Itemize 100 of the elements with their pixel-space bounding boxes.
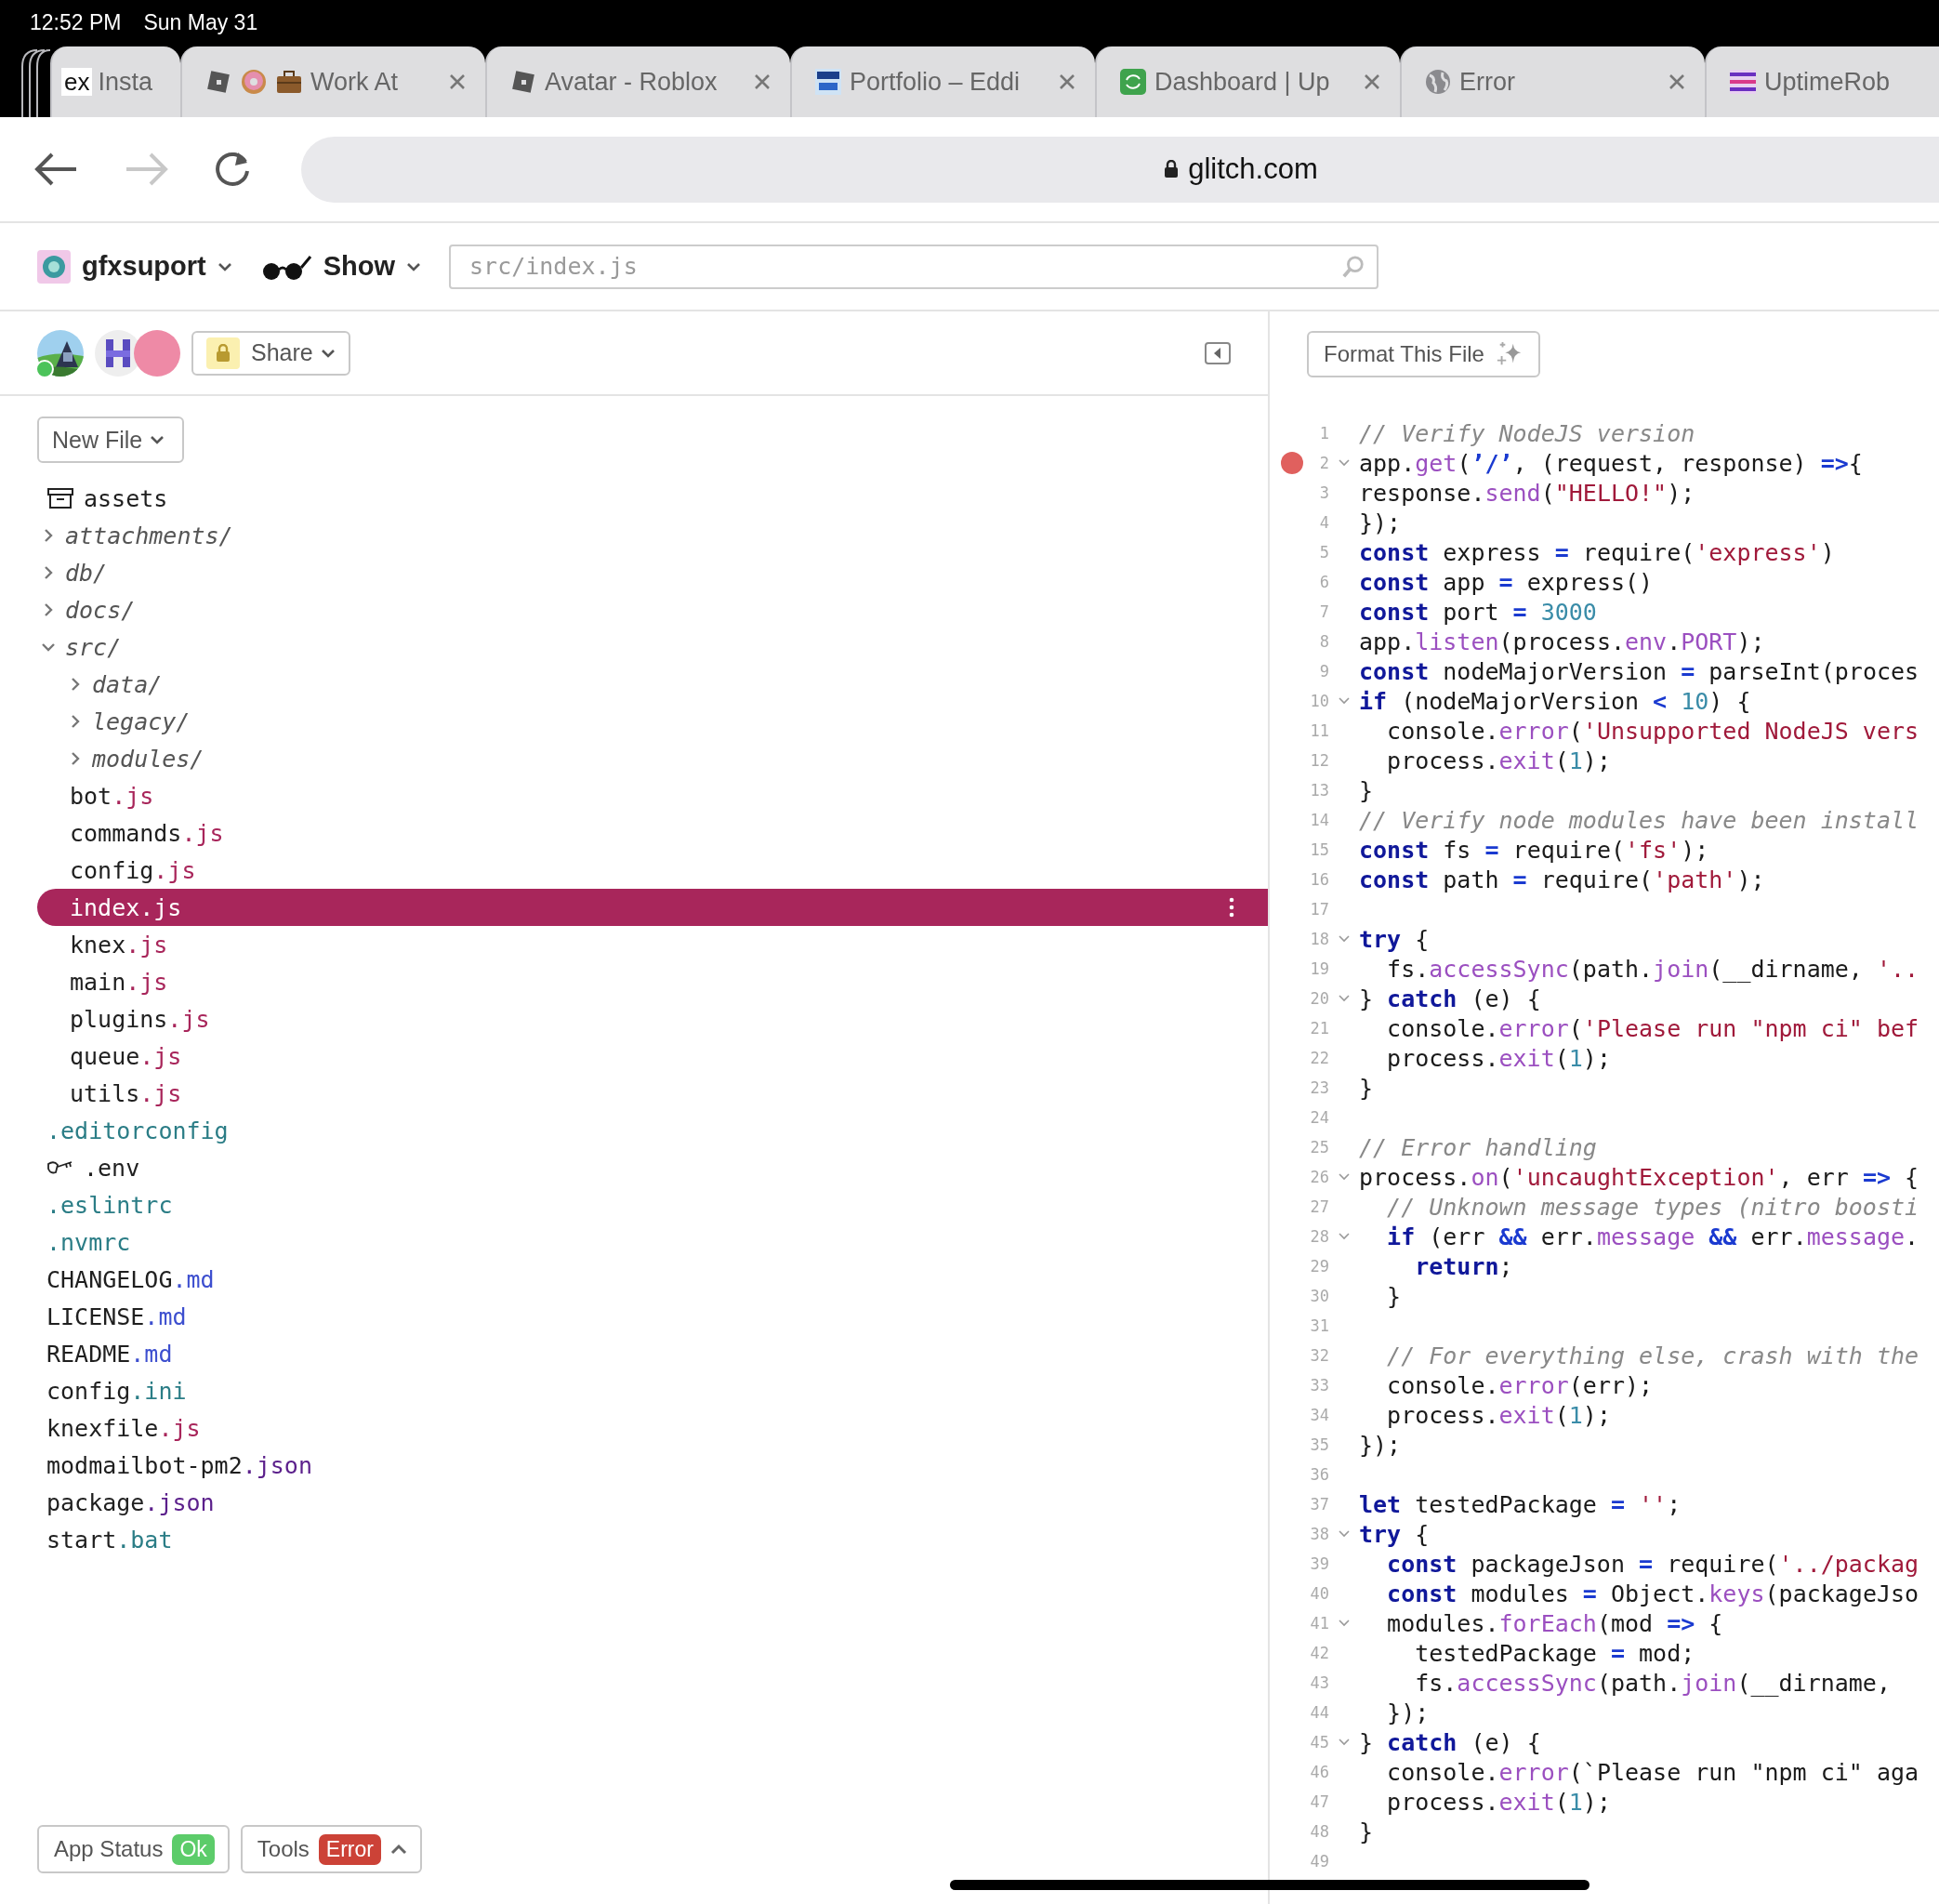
file-name: modmailbot-pm2.json [46, 1451, 312, 1479]
project-menu[interactable]: gfxsuport [37, 249, 232, 284]
folder-row[interactable]: legacy/ [37, 703, 1268, 740]
show-menu[interactable]: Show [259, 251, 422, 282]
browser-tab[interactable]: UptimeRob [1705, 46, 1939, 117]
app-status-button[interactable]: App Status Ok [37, 1825, 230, 1873]
date-text: Sun May 31 [143, 9, 258, 35]
browser-tab[interactable]: Error [1400, 46, 1705, 117]
fold-caret-icon[interactable] [1339, 935, 1350, 943]
close-icon[interactable] [1058, 73, 1076, 91]
file-row[interactable]: index.js [37, 889, 1268, 926]
line-number: 43 [1309, 1673, 1329, 1692]
line-number: 37 [1309, 1495, 1329, 1514]
fold-caret-icon[interactable] [1339, 1233, 1350, 1240]
file-row[interactable]: modmailbot-pm2.json [37, 1447, 1268, 1484]
file-name: .env [84, 1154, 140, 1182]
close-icon[interactable] [1363, 73, 1381, 91]
briefcase-icon [275, 68, 303, 96]
file-row[interactable]: knex.js [37, 926, 1268, 963]
file-row[interactable]: queue.js [37, 1038, 1268, 1075]
file-row[interactable]: start.bat [37, 1521, 1268, 1558]
browser-tab[interactable]: Avatar - Roblox [485, 46, 790, 117]
folder-row[interactable]: db/ [37, 554, 1268, 591]
fold-caret-icon[interactable] [1339, 1739, 1350, 1746]
file-row[interactable]: README.md [37, 1335, 1268, 1372]
tools-button[interactable]: Tools Error [240, 1825, 422, 1873]
line-number: 39 [1309, 1554, 1329, 1573]
close-icon[interactable] [753, 73, 772, 91]
caret-up-icon [389, 1844, 407, 1855]
folder-name: db/ [65, 559, 108, 587]
line-number: 47 [1309, 1792, 1329, 1811]
file-name: main.js [70, 968, 168, 996]
file-row[interactable]: main.js [37, 963, 1268, 1000]
file-row[interactable]: knexfile.js [37, 1409, 1268, 1447]
browser-tab[interactable]: Portfolio – Eddi [790, 46, 1095, 117]
file-row[interactable]: utils.js [37, 1075, 1268, 1112]
line-number: 19 [1309, 959, 1329, 978]
file-name: config.ini [46, 1377, 187, 1405]
line-number: 31 [1309, 1316, 1329, 1335]
fold-caret-icon[interactable] [1339, 995, 1350, 1002]
breakpoint-dot[interactable] [1281, 452, 1303, 474]
line-number: 32 [1309, 1346, 1329, 1365]
fold-caret-icon[interactable] [1339, 1173, 1350, 1181]
file-row[interactable]: assets [37, 480, 1268, 517]
close-icon[interactable] [448, 73, 467, 91]
fold-caret-icon[interactable] [1339, 1620, 1350, 1627]
line-number: 5 [1318, 543, 1329, 562]
file-row[interactable]: CHANGELOG.md [37, 1261, 1268, 1298]
status-badge: Ok [172, 1833, 215, 1865]
file-row[interactable]: package.json [37, 1484, 1268, 1521]
file-row[interactable]: .eslintrc [37, 1186, 1268, 1223]
file-row[interactable]: commands.js [37, 814, 1268, 852]
line-number: 30 [1309, 1287, 1329, 1305]
fold-caret-icon[interactable] [1339, 697, 1350, 705]
share-button[interactable]: Share [191, 330, 350, 376]
file-row[interactable]: .nvmrc [37, 1223, 1268, 1261]
search-icon [1341, 254, 1366, 279]
file-row[interactable]: bot.js [37, 777, 1268, 814]
new-file-button[interactable]: New File [37, 416, 184, 463]
folder-row[interactable]: docs/ [37, 591, 1268, 628]
line-number: 9 [1318, 662, 1329, 681]
line-number: 16 [1309, 870, 1329, 889]
file-row[interactable]: plugins.js [37, 1000, 1268, 1038]
line-number: 22 [1309, 1049, 1329, 1067]
line-number: 11 [1309, 721, 1329, 740]
avatar-icon [134, 329, 180, 377]
tab-title: UptimeRob [1764, 67, 1892, 97]
code-line: } catch (e) { [1359, 985, 1541, 1012]
line-number: 10 [1309, 692, 1329, 710]
file-row[interactable]: .editorconfig [37, 1112, 1268, 1149]
fold-caret-icon[interactable] [1339, 459, 1350, 467]
code-line: const nodeMajorVersion = parseInt(proces [1359, 657, 1919, 685]
folder-row[interactable]: modules/ [37, 740, 1268, 777]
file-row[interactable]: config.ini [37, 1372, 1268, 1409]
file-row[interactable]: config.js [37, 852, 1268, 889]
search-field[interactable]: src/index.js [449, 244, 1379, 289]
caret-icon [320, 348, 336, 358]
more-options-icon[interactable] [1229, 897, 1234, 918]
format-file-button[interactable]: Format This File [1307, 330, 1540, 377]
file-row[interactable]: LICENSE.md [37, 1298, 1268, 1335]
browser-tab[interactable]: Work At [180, 46, 485, 117]
folder-row[interactable]: data/ [37, 666, 1268, 703]
globe-icon [1424, 68, 1452, 96]
file-name: config.js [70, 856, 196, 884]
folder-row[interactable]: attachments/ [37, 517, 1268, 554]
line-number: 35 [1309, 1435, 1329, 1454]
line-number: 29 [1309, 1257, 1329, 1276]
browser-tab[interactable]: Dashboard | Up [1095, 46, 1400, 117]
line-number: 24 [1309, 1108, 1329, 1127]
address-field[interactable]: glitch.com [301, 136, 1939, 203]
folder-row[interactable]: src/ [37, 628, 1268, 666]
file-row[interactable]: .env [37, 1149, 1268, 1186]
file-name: start.bat [46, 1526, 173, 1554]
collapse-panel-icon[interactable] [1205, 341, 1231, 364]
browser-tab[interactable]: ex Insta [50, 46, 180, 117]
lock-icon [1164, 160, 1180, 178]
file-name: plugins.js [70, 1005, 210, 1033]
close-icon[interactable] [1668, 73, 1686, 91]
line-number: 2 [1318, 454, 1329, 472]
fold-caret-icon[interactable] [1339, 1530, 1350, 1538]
